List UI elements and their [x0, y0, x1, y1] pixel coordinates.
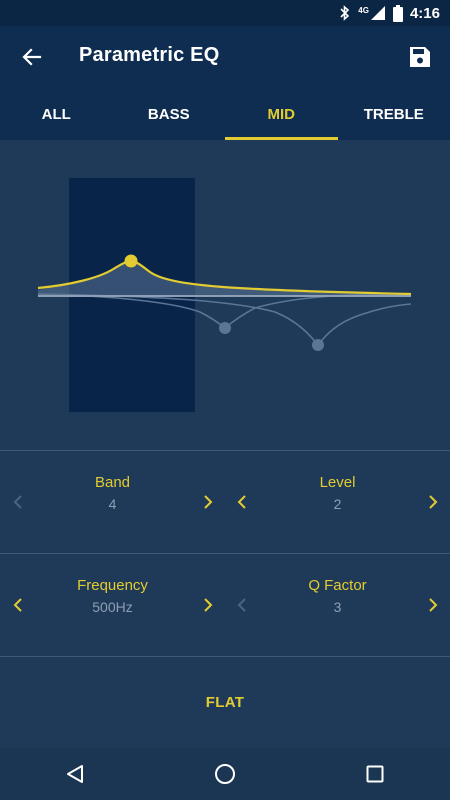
network-label: 4G [358, 5, 369, 15]
band-tabs: ALL BASS MID TREBLE [0, 88, 450, 140]
status-bar: 4G 4:16 [0, 0, 450, 26]
level-increase-button[interactable] [418, 487, 448, 517]
tab-bass[interactable]: BASS [113, 88, 226, 140]
chevron-left-icon [13, 598, 22, 612]
frequency-decrease-button[interactable] [3, 590, 33, 620]
status-icons: 4G 4:16 [339, 0, 440, 26]
system-nav-bar [0, 748, 450, 800]
frequency-label: Frequency [77, 577, 148, 594]
flat-area: FLAT [0, 656, 450, 748]
chevron-left-icon [237, 495, 246, 509]
chevron-left-icon [13, 495, 22, 509]
signal-icon [370, 6, 385, 20]
circle-home-icon [215, 764, 235, 784]
band-label: Band [94, 474, 131, 491]
nav-home-button[interactable] [195, 748, 255, 800]
frequency-control: Frequency 500Hz [0, 554, 225, 656]
eq-graph-canvas [37, 178, 412, 412]
q-factor-increase-button[interactable] [418, 590, 448, 620]
flat-button[interactable]: FLAT [186, 684, 264, 721]
battery-icon [392, 4, 403, 22]
eq-graph[interactable] [0, 140, 450, 450]
app-bar: Parametric EQ [0, 26, 450, 88]
arrow-left-icon [22, 48, 42, 66]
q-factor-decrease-button[interactable] [227, 590, 257, 620]
level-label: Level [319, 474, 356, 491]
bluetooth-icon [340, 5, 350, 21]
frequency-value: 500Hz [92, 599, 133, 615]
band-handle-4-selected[interactable] [124, 254, 138, 268]
band-prev-button[interactable] [3, 487, 33, 517]
band-handle-6[interactable] [312, 339, 324, 351]
nav-back-button[interactable] [45, 748, 105, 800]
status-time: 4:16 [409, 4, 440, 22]
level-decrease-button[interactable] [227, 487, 257, 517]
save-button[interactable] [402, 39, 438, 75]
band-value: 4 [108, 496, 117, 512]
floppy-disk-icon [410, 47, 430, 67]
tab-treble[interactable]: TREBLE [338, 88, 450, 140]
chevron-right-icon [204, 495, 213, 509]
q-factor-label: Q Factor [308, 577, 367, 594]
nav-recents-button[interactable] [345, 748, 405, 800]
band-control: Band 4 [0, 451, 225, 553]
frequency-increase-button[interactable] [193, 590, 223, 620]
band-next-button[interactable] [193, 487, 223, 517]
page-title: Parametric EQ [79, 44, 220, 66]
tab-mid[interactable]: MID [225, 88, 338, 140]
tab-all[interactable]: ALL [0, 88, 113, 140]
chevron-right-icon [429, 495, 438, 509]
chevron-right-icon [429, 598, 438, 612]
triangle-back-icon [67, 765, 83, 783]
band-handle-5[interactable] [219, 322, 231, 334]
chevron-left-icon [237, 598, 246, 612]
back-button[interactable] [14, 39, 50, 75]
chevron-right-icon [204, 598, 213, 612]
q-factor-value: 3 [333, 599, 342, 615]
level-value: 2 [333, 496, 342, 512]
level-control: Level 2 [225, 451, 450, 553]
q-factor-control: Q Factor 3 [225, 554, 450, 656]
square-recents-icon [366, 765, 384, 783]
